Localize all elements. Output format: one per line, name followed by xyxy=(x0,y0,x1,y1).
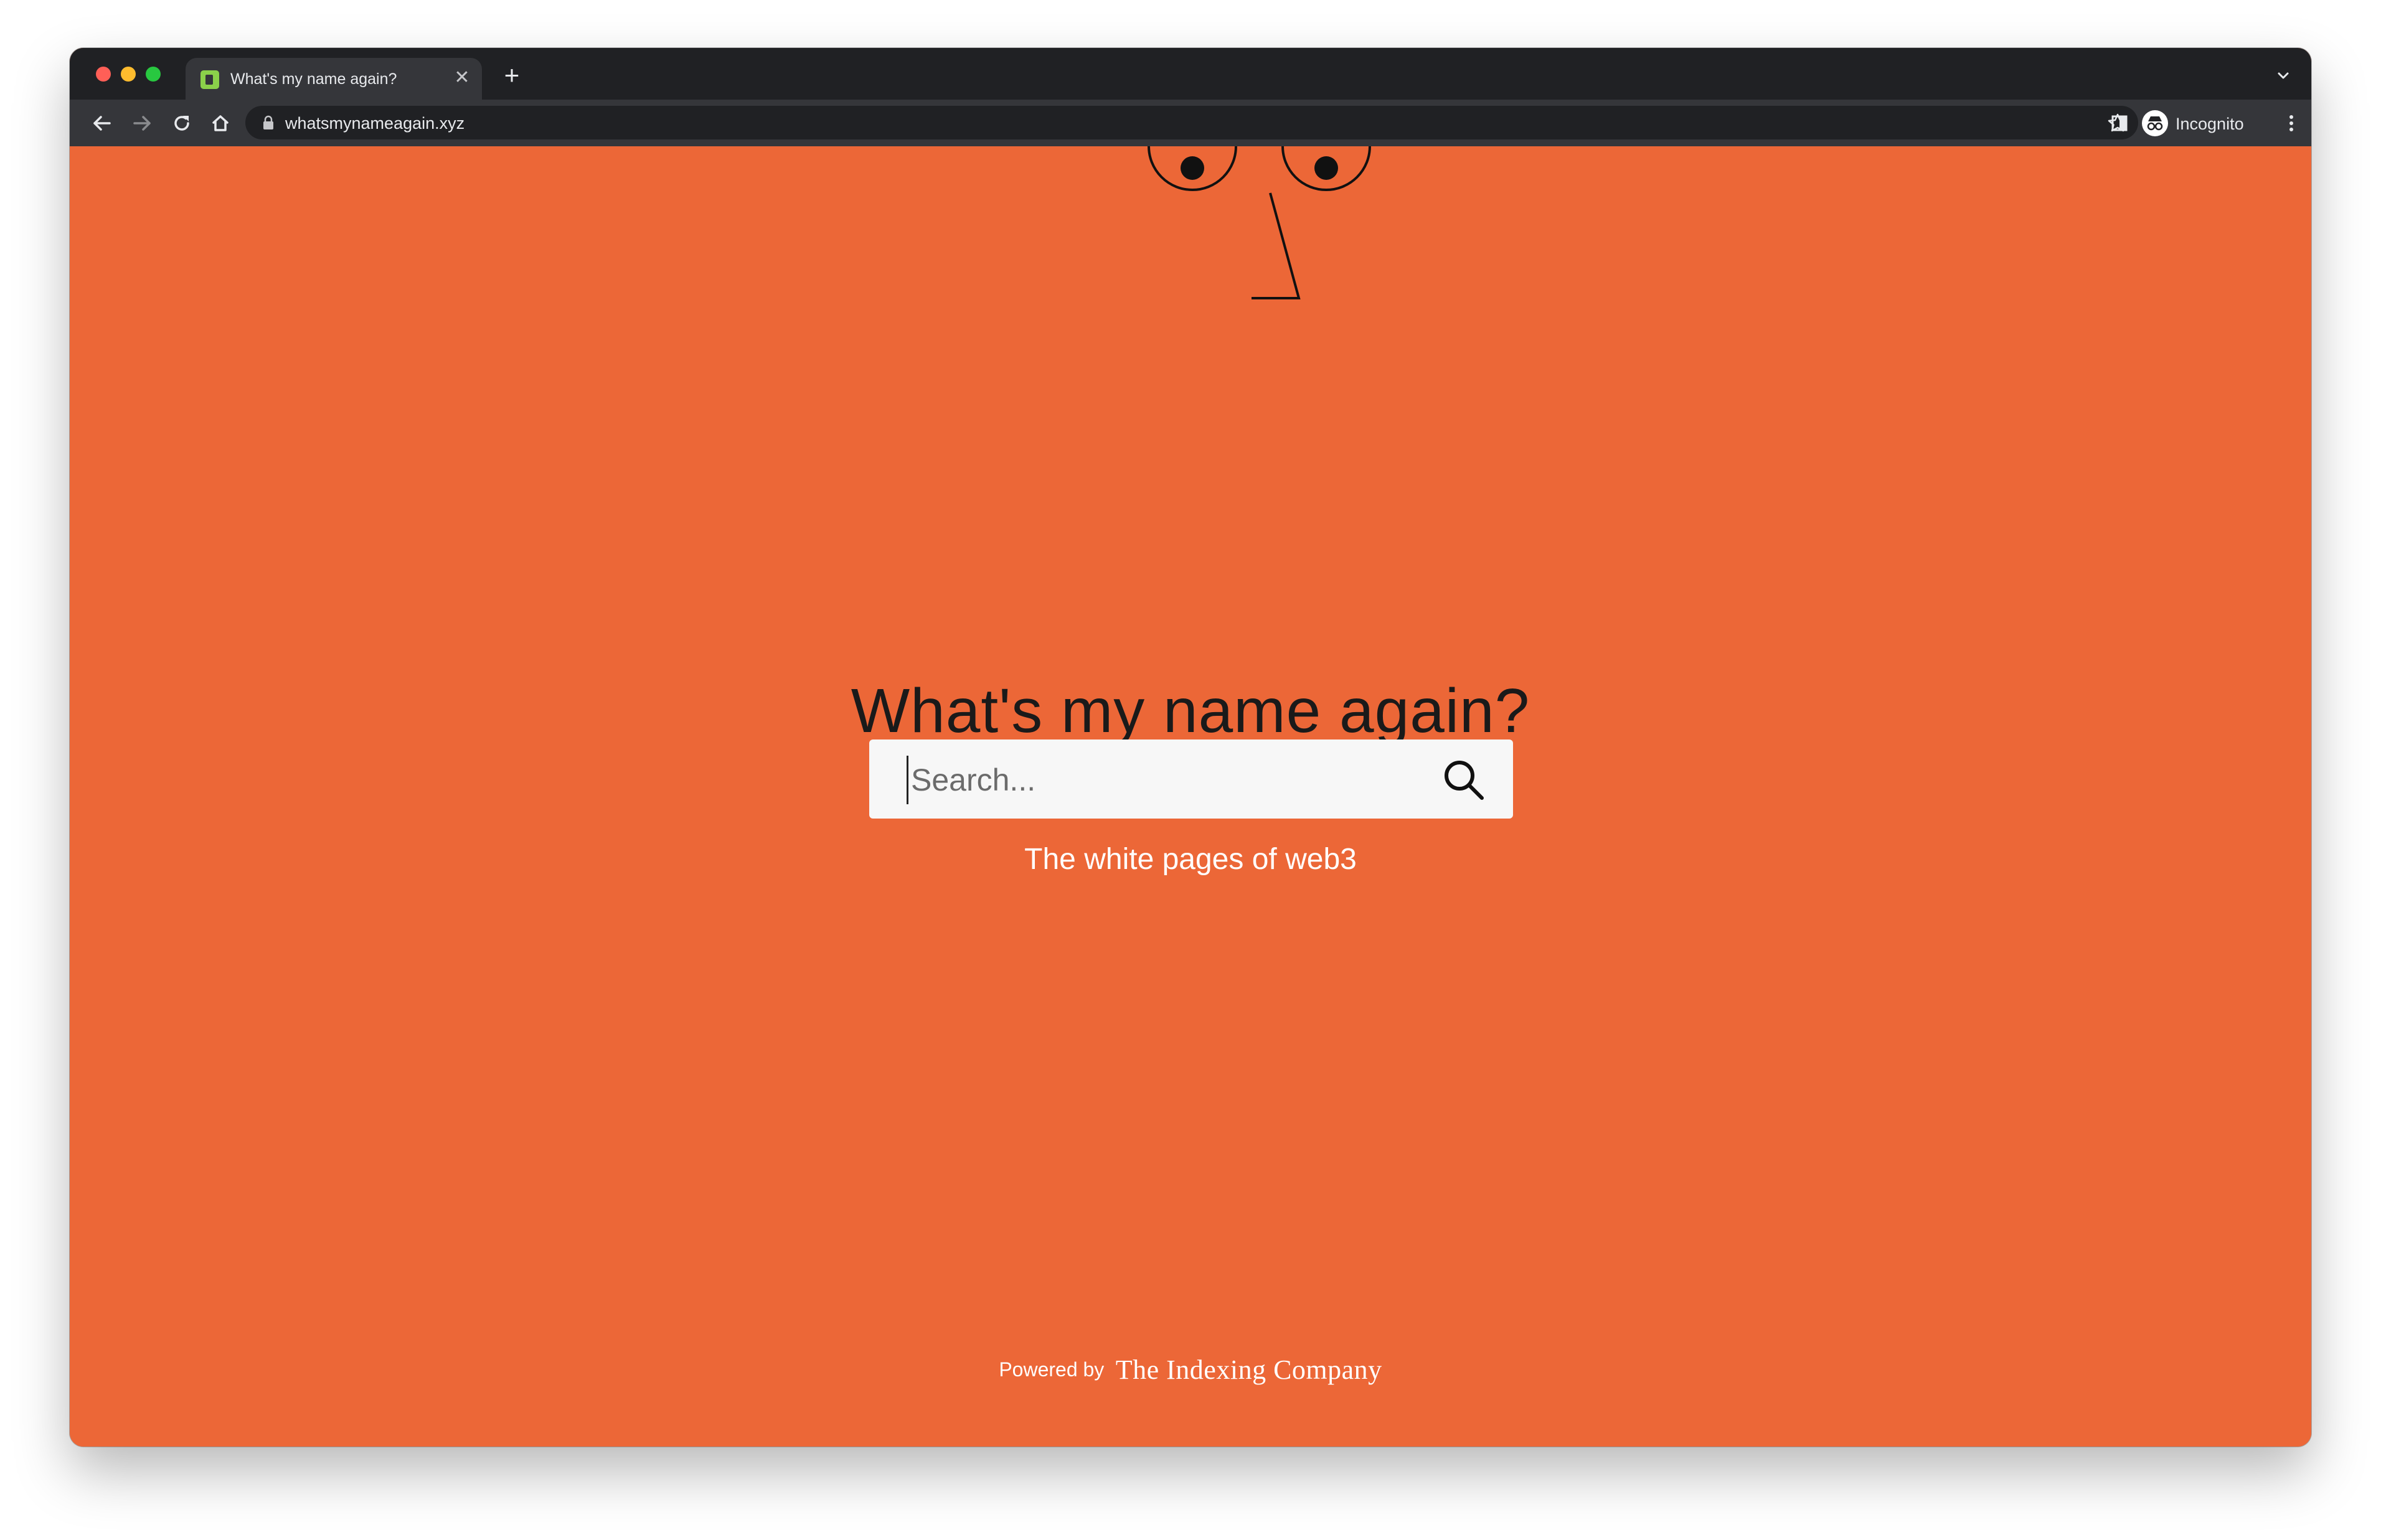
left-eye xyxy=(1148,146,1237,191)
home-icon[interactable] xyxy=(207,110,234,137)
search-box[interactable] xyxy=(869,739,1513,819)
page-content: What's my name again? The white pages of… xyxy=(70,146,2311,1447)
indexing-company-link[interactable]: The Indexing Company xyxy=(1116,1355,1382,1385)
back-arrow-icon[interactable] xyxy=(88,110,116,137)
tagline: The white pages of web3 xyxy=(1024,843,1357,876)
incognito-icon xyxy=(2142,110,2168,136)
incognito-label: Incognito xyxy=(2176,115,2244,133)
lock-icon xyxy=(263,115,273,129)
close-tab-icon[interactable]: ✕ xyxy=(451,67,473,89)
browser-tab[interactable]: What's my name again? ✕ xyxy=(186,58,482,100)
search-icon[interactable] xyxy=(1441,757,1487,803)
nose-line xyxy=(1252,192,1301,299)
reload-icon[interactable] xyxy=(168,110,196,137)
maximize-window-button[interactable] xyxy=(146,67,161,82)
tab-search-chevron-icon[interactable] xyxy=(2274,67,2293,85)
incognito-profile-button[interactable]: Incognito xyxy=(2137,103,2261,142)
close-window-button[interactable] xyxy=(96,67,111,82)
side-panel-icon[interactable] xyxy=(2106,110,2133,137)
browser-toolbar: whatsmynameagain.xyz Incognito xyxy=(70,100,2311,146)
powered-by-label: Powered by xyxy=(999,1358,1105,1381)
footer: Powered by The Indexing Company xyxy=(70,1354,2311,1386)
address-bar[interactable]: whatsmynameagain.xyz xyxy=(245,106,2138,139)
tab-strip: What's my name again? ✕ + xyxy=(70,48,2311,100)
search-input[interactable] xyxy=(907,756,1423,804)
right-eye xyxy=(1281,146,1371,191)
minimize-window-button[interactable] xyxy=(121,67,136,82)
url-text[interactable]: whatsmynameagain.xyz xyxy=(285,114,464,133)
browser-window: What's my name again? ✕ + whatsmynameaga… xyxy=(70,48,2311,1447)
page-title: What's my name again? xyxy=(851,676,1530,746)
new-tab-button[interactable]: + xyxy=(499,62,524,88)
more-menu-icon[interactable] xyxy=(2278,110,2305,137)
site-favicon-icon xyxy=(200,70,219,89)
tab-title: What's my name again? xyxy=(230,70,397,88)
forward-arrow-icon[interactable] xyxy=(128,110,156,137)
face-illustration xyxy=(1148,146,1371,299)
